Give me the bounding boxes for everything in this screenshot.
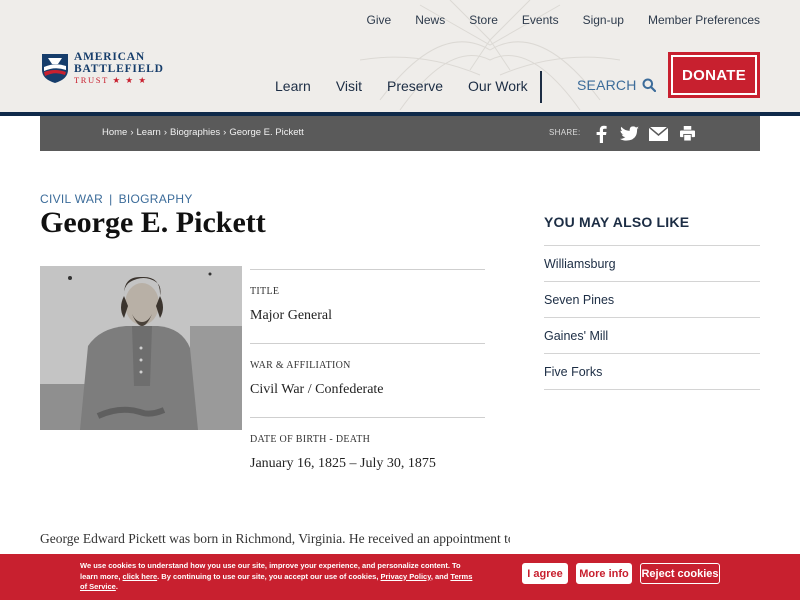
fact-label: WAR & AFFILIATION — [250, 360, 351, 371]
fact-label: DATE OF BIRTH - DEATH — [250, 434, 371, 445]
nav-preserve[interactable]: Preserve — [387, 78, 443, 94]
facebook-icon[interactable] — [591, 124, 610, 143]
logo-text-american: AMERICAN — [74, 51, 145, 63]
portrait-photo — [40, 266, 242, 430]
top-link-give[interactable]: Give — [367, 13, 392, 27]
fact-war-affiliation: WAR & AFFILIATION Civil War / Confederat… — [250, 343, 485, 417]
cookie-message: We use cookies to understand how you use… — [80, 561, 473, 591]
search-button[interactable]: SEARCH — [577, 77, 656, 93]
print-icon[interactable] — [678, 124, 697, 143]
donate-button[interactable]: DONATE — [668, 52, 760, 98]
fact-list: TITLE Major General WAR & AFFILIATION Ci… — [250, 269, 485, 491]
cookie-click-here-link[interactable]: click here — [123, 572, 158, 581]
fact-birth-death: DATE OF BIRTH - DEATH January 16, 1825 –… — [250, 417, 485, 491]
top-link-events[interactable]: Events — [522, 13, 559, 27]
site-header: Give News Store Events Sign-up Member Pr… — [0, 0, 800, 112]
share-icons — [591, 124, 697, 143]
portrait-image — [40, 266, 242, 430]
top-link-signup[interactable]: Sign-up — [583, 13, 624, 27]
page-title: George E. Pickett — [40, 206, 266, 239]
breadcrumb-biographies[interactable]: Biographies — [170, 127, 220, 138]
breadcrumb-home[interactable]: Home — [102, 127, 127, 138]
logo-text-trust: TRUST ★ ★ ★ — [74, 75, 148, 85]
email-icon[interactable] — [649, 124, 668, 143]
fact-value: January 16, 1825 – July 30, 1875 — [250, 456, 436, 471]
related-item-seven-pines[interactable]: Seven Pines — [544, 282, 760, 318]
category-biography[interactable]: BIOGRAPHY — [119, 192, 193, 206]
fact-value: Major General — [250, 308, 333, 323]
cookie-reject-button[interactable]: Reject cookies — [640, 563, 720, 584]
main-nav: Learn Visit Preserve Our Work — [275, 78, 528, 94]
top-link-member-preferences[interactable]: Member Preferences — [648, 13, 760, 27]
site-logo[interactable]: AMERICAN BATTLEFIELD TRUST ★ ★ ★ — [40, 51, 164, 85]
related-item-gaines-mill[interactable]: Gaines' Mill — [544, 318, 760, 354]
breadcrumb-learn[interactable]: Learn — [137, 127, 161, 138]
nav-our-work[interactable]: Our Work — [468, 78, 528, 94]
privacy-policy-link[interactable]: Privacy Policy — [381, 572, 431, 581]
fact-title: TITLE Major General — [250, 269, 485, 343]
category-civil-war[interactable]: CIVIL WAR — [40, 192, 103, 206]
cookie-more-info-button[interactable]: More info — [576, 563, 632, 584]
twitter-icon[interactable] — [620, 124, 639, 143]
related-item-five-forks[interactable]: Five Forks — [544, 354, 760, 390]
fact-label: TITLE — [250, 286, 280, 297]
search-label: SEARCH — [577, 77, 637, 93]
cookie-banner: We use cookies to understand how you use… — [0, 554, 800, 600]
breadcrumb: Home › Learn › Biographies › George E. Pickett — [102, 127, 304, 138]
nav-learn[interactable]: Learn — [275, 78, 311, 94]
related-list: Williamsburg Seven Pines Gaines' Mill Fi… — [544, 245, 760, 390]
fact-value: Civil War / Confederate — [250, 382, 384, 397]
nav-divider — [540, 71, 542, 103]
logo-shield-icon — [42, 54, 68, 84]
nav-visit[interactable]: Visit — [336, 78, 362, 94]
utility-nav: Give News Store Events Sign-up Member Pr… — [367, 13, 761, 27]
search-icon — [642, 78, 656, 92]
top-link-store[interactable]: Store — [469, 13, 498, 27]
top-link-news[interactable]: News — [415, 13, 445, 27]
related-item-williamsburg[interactable]: Williamsburg — [544, 246, 760, 282]
logo-text-battlefield: BATTLEFIELD — [74, 62, 164, 75]
related-title: YOU MAY ALSO LIKE — [544, 214, 690, 230]
breadcrumb-bar: Home › Learn › Biographies › George E. Pickett… — [40, 116, 760, 151]
biography-text: George Edward Pickett was born in Richmo… — [40, 531, 510, 546]
cookie-agree-button[interactable]: I agree — [522, 563, 568, 584]
article-category: CIVIL WAR | BIOGRAPHY — [40, 192, 193, 206]
breadcrumb-current: George E. Pickett — [229, 127, 304, 138]
share-label: SHARE: — [549, 128, 581, 137]
